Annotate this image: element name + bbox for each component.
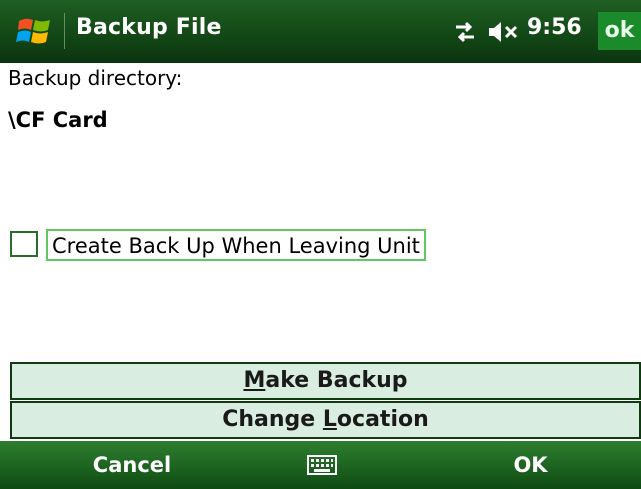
- change-location-button[interactable]: Change Location: [10, 401, 641, 439]
- make-backup-label: ake Backup: [265, 368, 408, 393]
- cancel-softkey[interactable]: Cancel: [0, 441, 320, 489]
- title-separator: [64, 13, 65, 49]
- connectivity-icon[interactable]: [452, 20, 478, 44]
- softkey-bar: Cancel OK: [0, 441, 641, 489]
- windows-flag-icon[interactable]: [16, 12, 54, 50]
- create-backup-checkbox-label[interactable]: Create Back Up When Leaving Unit: [46, 229, 426, 261]
- backup-directory-label: Backup directory:: [8, 66, 183, 90]
- clock[interactable]: 9:56: [527, 15, 582, 40]
- change-location-label-end: ocation: [336, 407, 429, 432]
- create-backup-checkbox[interactable]: [10, 231, 38, 257]
- title-bar: Backup File 9:56 ok: [0, 0, 641, 63]
- title-ok-button[interactable]: ok: [598, 12, 641, 50]
- change-location-mnemonic: L: [322, 407, 337, 432]
- window-title: Backup File: [76, 15, 222, 40]
- speaker-muted-icon[interactable]: [487, 20, 521, 44]
- change-location-label-start: Change: [222, 407, 323, 432]
- keyboard-icon[interactable]: [307, 455, 337, 475]
- backup-directory-value: \CF Card: [8, 108, 108, 132]
- cancel-softkey-label: Cancel: [92, 453, 172, 477]
- make-backup-button[interactable]: Make Backup: [10, 362, 641, 400]
- make-backup-mnemonic: M: [243, 368, 266, 393]
- ok-softkey[interactable]: OK: [420, 441, 641, 489]
